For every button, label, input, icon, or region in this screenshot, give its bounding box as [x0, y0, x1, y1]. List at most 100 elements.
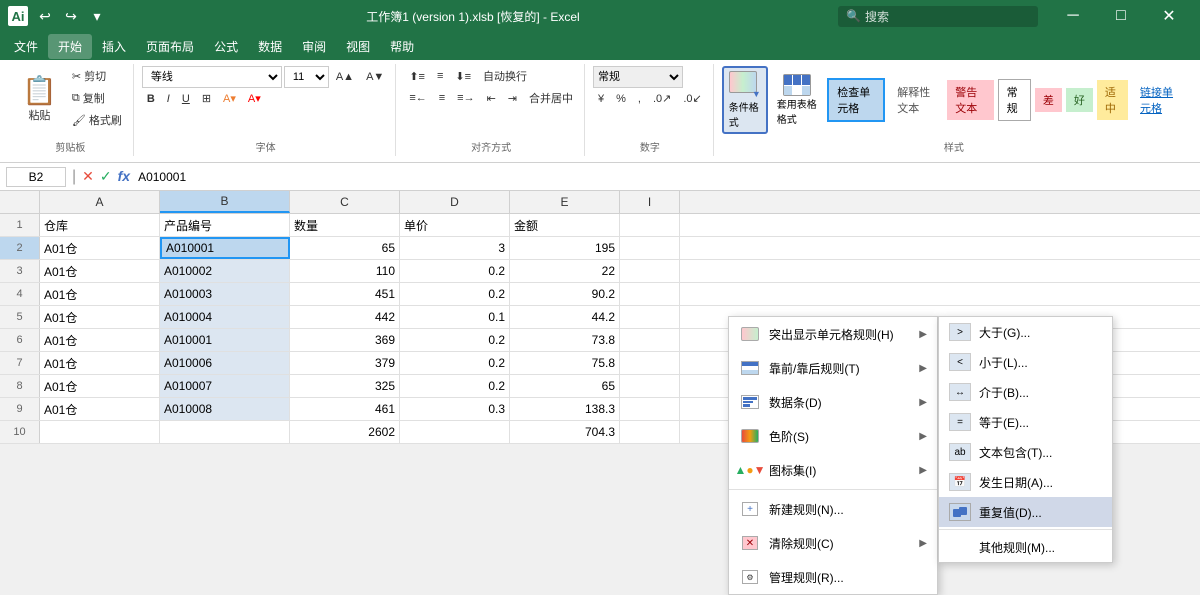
search-bar[interactable]: 🔍 搜索	[838, 6, 1038, 27]
cell-d8[interactable]: 0.2	[400, 375, 510, 397]
cell-b1[interactable]: 产品编号	[160, 214, 290, 236]
font-color-button[interactable]: A▾	[243, 90, 266, 107]
cell-c10[interactable]: 2602	[290, 421, 400, 443]
cell-extra-7[interactable]	[620, 352, 680, 374]
cell-a9[interactable]: A01仓	[40, 398, 160, 420]
cell-a4[interactable]: A01仓	[40, 283, 160, 305]
cell-e7[interactable]: 75.8	[510, 352, 620, 374]
italic-button[interactable]: I	[162, 91, 175, 107]
border-button[interactable]: ⊞	[197, 90, 216, 107]
redo-button[interactable]: ↪	[60, 5, 82, 27]
cell-b4[interactable]: A010003	[160, 283, 290, 305]
decrease-decimal-button[interactable]: .0↙	[678, 90, 706, 107]
databar-menu-item[interactable]: 数据条(D)	[729, 385, 937, 419]
formula-input[interactable]	[134, 170, 1194, 184]
bold-button[interactable]: B	[142, 91, 160, 107]
cell-a6[interactable]: A01仓	[40, 329, 160, 351]
percent-button[interactable]: %	[611, 91, 631, 107]
font-size-select[interactable]: 11	[284, 66, 329, 88]
text-contains-item[interactable]: ab 文本包含(T)...	[939, 437, 1112, 467]
cell-d1[interactable]: 单价	[400, 214, 510, 236]
align-left-button[interactable]: ≡←	[404, 90, 431, 106]
cell-a5[interactable]: A01仓	[40, 306, 160, 328]
greater-than-item[interactable]: > 大于(G)...	[939, 317, 1112, 347]
font-name-select[interactable]: 等线	[142, 66, 282, 88]
cell-a1[interactable]: 仓库	[40, 214, 160, 236]
cell-d2[interactable]: 3	[400, 237, 510, 259]
iconset-menu-item[interactable]: ▲●▼ 图标集(I)	[729, 453, 937, 487]
restore-button[interactable]: □	[1098, 0, 1144, 32]
cell-extra-4[interactable]	[620, 283, 680, 305]
duplicate-item[interactable]: 重复值(D)...	[939, 497, 1112, 527]
cell-d6[interactable]: 0.2	[400, 329, 510, 351]
cell-extra-5[interactable]	[620, 306, 680, 328]
align-bottom-button[interactable]: ⬇≡	[450, 68, 476, 85]
copy-button[interactable]: ⧉ 复制	[67, 88, 127, 108]
confirm-formula-button[interactable]: ✓	[100, 168, 112, 185]
align-right-button[interactable]: ≡→	[452, 90, 479, 106]
less-than-item[interactable]: < 小于(L)...	[939, 347, 1112, 377]
cell-extra-10[interactable]	[620, 421, 680, 443]
bad-style-button[interactable]: 差	[1035, 88, 1062, 112]
cell-a2[interactable]: A01仓	[40, 237, 160, 259]
link-style-button[interactable]: 链接单元格	[1132, 80, 1186, 120]
cell-extra-1[interactable]	[620, 214, 680, 236]
underline-button[interactable]: U	[177, 91, 195, 107]
cell-b2[interactable]: A010001	[160, 237, 290, 259]
cell-b7[interactable]: A010006	[160, 352, 290, 374]
cell-c5[interactable]: 442	[290, 306, 400, 328]
align-top-button[interactable]: ⬆≡	[404, 68, 430, 85]
align-middle-button[interactable]: ≡	[432, 68, 448, 84]
cell-extra-9[interactable]	[620, 398, 680, 420]
cell-b6[interactable]: A010001	[160, 329, 290, 351]
outdent-button[interactable]: ⇥	[503, 90, 522, 107]
cell-e1[interactable]: 金额	[510, 214, 620, 236]
cell-e4[interactable]: 90.2	[510, 283, 620, 305]
col-header-d[interactable]: D	[400, 191, 510, 213]
cell-d10[interactable]	[400, 421, 510, 443]
cell-c9[interactable]: 461	[290, 398, 400, 420]
manage-rule-menu-item[interactable]: ⚙ 管理规则(R)...	[729, 560, 937, 594]
cut-button[interactable]: ✂ 剪切	[67, 66, 127, 86]
decrease-font-button[interactable]: A▼	[361, 69, 389, 85]
conditional-format-button[interactable]: ▼ 条件格式	[722, 66, 768, 134]
menu-view[interactable]: 视图	[336, 34, 380, 59]
equal-item[interactable]: = 等于(E)...	[939, 407, 1112, 437]
col-header-b[interactable]: B	[160, 191, 290, 213]
col-header-i[interactable]: I	[620, 191, 680, 213]
cell-extra-2[interactable]	[620, 237, 680, 259]
cell-c4[interactable]: 451	[290, 283, 400, 305]
cell-c1[interactable]: 数量	[290, 214, 400, 236]
table-format-button[interactable]: 套用表格格式	[772, 71, 823, 129]
check-cell-button[interactable]: 检查单元格	[827, 78, 885, 122]
align-center-button[interactable]: ≡	[434, 90, 450, 106]
cell-e3[interactable]: 22	[510, 260, 620, 282]
between-item[interactable]: ↔ 介于(B)...	[939, 377, 1112, 407]
cell-a3[interactable]: A01仓	[40, 260, 160, 282]
cell-c7[interactable]: 379	[290, 352, 400, 374]
warn-text-button[interactable]: 警告文本	[947, 80, 993, 120]
cell-d5[interactable]: 0.1	[400, 306, 510, 328]
clear-rule-menu-item[interactable]: ✕ 清除规则(C)	[729, 526, 937, 560]
col-header-c[interactable]: C	[290, 191, 400, 213]
menu-file[interactable]: 文件	[4, 34, 48, 59]
undo-button[interactable]: ↩	[34, 5, 56, 27]
cell-a7[interactable]: A01仓	[40, 352, 160, 374]
colorscale-menu-item[interactable]: 色阶(S)	[729, 419, 937, 453]
top-bottom-menu-item[interactable]: 靠前/靠后规则(T)	[729, 351, 937, 385]
medium-style-button[interactable]: 适中	[1097, 80, 1128, 120]
close-button[interactable]: ✕	[1146, 0, 1192, 32]
indent-button[interactable]: ⇤	[482, 90, 501, 107]
customize-qat[interactable]: ▾	[86, 5, 108, 27]
cell-b9[interactable]: A010008	[160, 398, 290, 420]
cell-b5[interactable]: A010004	[160, 306, 290, 328]
cancel-formula-button[interactable]: ✕	[82, 168, 94, 185]
cell-extra-8[interactable]	[620, 375, 680, 397]
cell-e2[interactable]: 195	[510, 237, 620, 259]
menu-insert[interactable]: 插入	[92, 34, 136, 59]
cell-b3[interactable]: A010002	[160, 260, 290, 282]
cell-e9[interactable]: 138.3	[510, 398, 620, 420]
menu-formula[interactable]: 公式	[204, 34, 248, 59]
cell-a10[interactable]	[40, 421, 160, 443]
fill-color-button[interactable]: A▾	[218, 90, 241, 107]
